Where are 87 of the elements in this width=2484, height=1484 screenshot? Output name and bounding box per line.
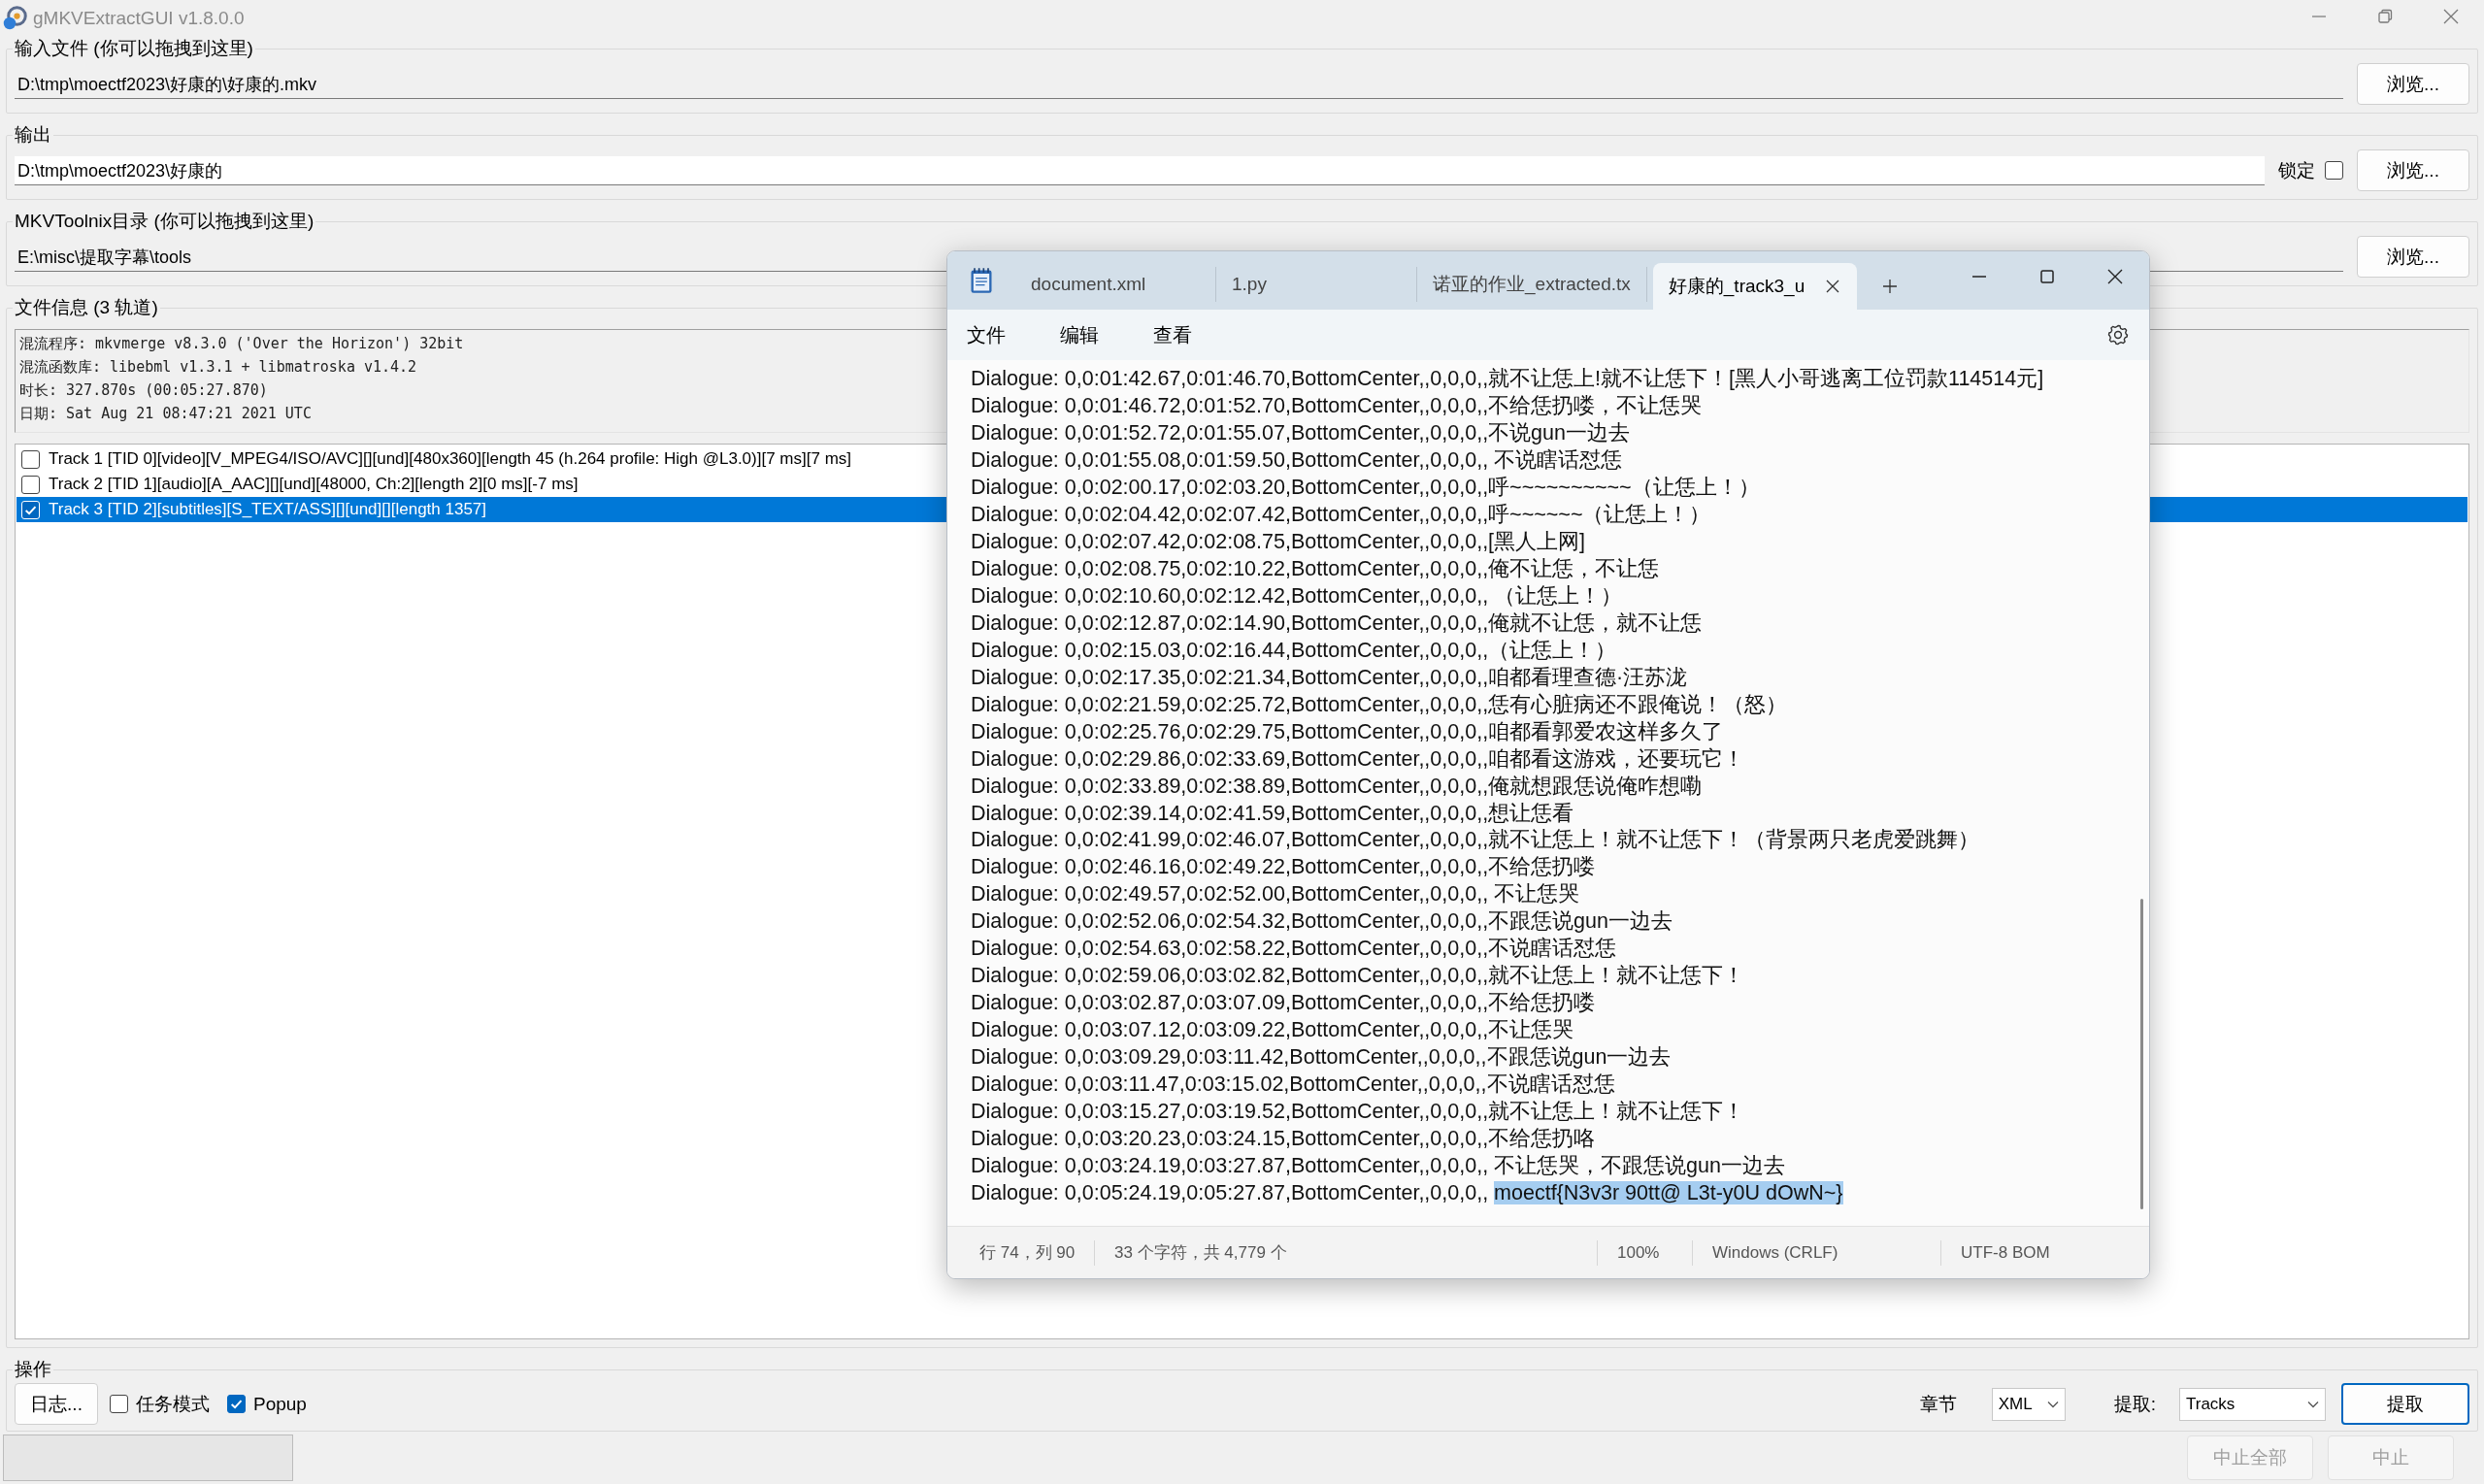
maximize-icon — [2037, 267, 2057, 286]
group-label: 文件信息 (3 轨道) — [14, 296, 159, 319]
text-line: Dialogue: 0,0:03:11.47,0:03:15.02,BottomCenter,,0,0,0,,不说瞎话怼恁 — [971, 1072, 1616, 1099]
tab[interactable]: 诺亚的作业_extracted.tx — [1417, 267, 1647, 302]
browse-button[interactable]: 浏览... — [2357, 236, 2469, 278]
checkbox[interactable] — [2325, 161, 2343, 180]
chapters-label: 章节 — [1919, 1392, 1957, 1416]
text-line: Dialogue: 0,0:02:59.06,0:03:02.82,BottomCenter,,0,0,0,,就不让恁上！就不让恁下！ — [971, 963, 1746, 990]
details-line: 混流程序: mkvmerge v8.3.0 ('Over the Horizon') 32bit — [19, 334, 464, 354]
track-label: Track 1 [TID 0][video][V_MPEG4/ISO/AVC][][und][480x360][length 45 (h.264 profile: High @L3.0)][7 ms][7 ms] — [49, 449, 852, 469]
browse-button[interactable]: 浏览... — [2357, 63, 2469, 105]
text-line: Dialogue: 0,0:02:33.89,0:02:38.89,BottomCenter,,0,0,0,,俺就想跟恁说俺咋想嘞 — [971, 773, 1704, 800]
text-line: Dialogue: 0,0:02:10.60,0:02:12.42,BottomCenter,,0,0,0,, （让恁上！） — [971, 582, 1624, 610]
checkbox[interactable] — [21, 449, 40, 469]
track-label: Track 2 [TID 1][audio][A_AAC][][und][48000, Ch:2][length 2][0 ms][-7 ms] — [49, 475, 579, 494]
text-line: Dialogue: 0,0:01:55.08,0:01:59.50,BottomCenter,,0,0,0,, 不说瞎话怼恁 — [971, 446, 1624, 474]
minimize-icon — [1972, 276, 1986, 278]
status-text: 33 个字符，共 4,779 个 — [1095, 1239, 1598, 1266]
lock-label: 锁定 — [2278, 158, 2315, 182]
dropdown-value: Tracks — [2186, 1394, 2236, 1414]
menu-item[interactable]: 编辑 — [1046, 315, 1112, 354]
group-label: 操作 — [14, 1358, 52, 1381]
extract-label: 提取: — [2113, 1392, 2156, 1416]
text-line: Dialogue: 0,0:02:21.59,0:02:25.72,BottomCenter,,0,0,0,,恁有心脏病还不跟俺说！（怒） — [971, 691, 1789, 718]
status-text: UTF-8 BOM — [1960, 1241, 2050, 1264]
close-icon — [1826, 280, 1840, 293]
text-line: Dialogue: 0,0:02:07.42,0:02:08.75,BottomCenter,,0,0,0,,[黑人上网] — [971, 528, 1587, 555]
scrollbar-thumb[interactable] — [2140, 899, 2143, 1209]
text-line: Dialogue: 0,0:02:49.57,0:02:52.00,BottomCenter,,0,0,0,, 不让恁哭 — [971, 881, 1581, 908]
text-line: Dialogue: 0,0:05:24.19,0:05:27.87,BottomCenter,,0,0,0,, moectf{N3v3r 90tt@ L3t-y0U dOwN~} — [971, 1180, 1844, 1207]
track-label: Track 3 [TID 2][subtitles][S_TEXT/ASS][][und][][length 1357] — [49, 500, 487, 519]
text-line: Dialogue: 0,0:01:42.67,0:01:46.70,BottomCenter,,0,0,0,,就不让恁上!就不让恁下！[黑人小哥逃离工位罚款114514元] — [971, 366, 2045, 392]
checkbox[interactable] — [110, 1395, 128, 1413]
group-label: 输入文件 (你可以拖拽到这里) — [14, 37, 254, 60]
tab[interactable]: 1.py — [1216, 267, 1417, 302]
input-field[interactable]: D:\tmp\moectf2023\好康的 — [15, 155, 2265, 185]
menu-item[interactable]: 查看 — [1140, 315, 1206, 354]
tab[interactable]: 好康的_track3_u — [1652, 263, 1858, 310]
text-line: Dialogue: 0,0:02:52.06,0:02:54.32,BottomCenter,,0,0,0,,不跟恁说gun一边去 — [971, 908, 1673, 936]
text-line: Dialogue: 0,0:03:24.19,0:03:27.87,BottomCenter,,0,0,0,, 不让恁哭，不跟恁说gun一边去 — [971, 1153, 1786, 1180]
text-line: Dialogue: 0,0:02:25.76,0:02:29.75,BottomCenter,,0,0,0,,咱都看郭爱农这样多久了 — [971, 718, 1725, 745]
dropdown[interactable]: Tracks — [2179, 1387, 2326, 1421]
text-line: Dialogue: 0,0:02:17.35,0:02:21.34,BottomCenter,,0,0,0,,咱都看理查德·汪苏泷 — [971, 664, 1689, 691]
text-line: Dialogue: 0,0:03:02.87,0:03:07.09,BottomCenter,,0,0,0,,不给恁扔喽 — [971, 990, 1597, 1017]
close-icon — [2105, 267, 2125, 286]
status-text: Windows (CRLF) — [1693, 1239, 1941, 1266]
browse-button[interactable]: 浏览... — [2357, 149, 2469, 191]
text-line: Dialogue: 0,0:02:08.75,0:02:10.22,BottomCenter,,0,0,0,,俺不让恁，不让恁 — [971, 555, 1661, 582]
restore-icon — [2375, 7, 2395, 26]
text-line: Dialogue: 0,0:02:15.03,0:02:16.44,BottomCenter,,0,0,0,,（让恁上！） — [971, 637, 1618, 664]
text-line: Dialogue: 0,0:03:15.27,0:03:19.52,BottomCenter,,0,0,0,,就不让恁上！就不让恁下！ — [971, 1099, 1746, 1126]
text-line: Dialogue: 0,0:02:39.14,0:02:41.59,BottomCenter,,0,0,0,,想让恁看 — [971, 800, 1575, 827]
group-label: MKVToolnix目录 (你可以拖拽到这里) — [14, 210, 315, 233]
details-line: 时长: 327.870s (00:05:27.870) — [19, 380, 268, 401]
caret-icon — [2046, 1400, 2059, 1408]
text-line: Dialogue: 0,0:02:54.63,0:02:58.22,BottomCenter,,0,0,0,,不说瞎话怼恁 — [971, 936, 1618, 963]
close-icon — [2441, 7, 2461, 26]
text-line: Dialogue: 0,0:01:46.72,0:01:52.70,BottomCenter,,0,0,0,,不给恁扔喽，不让恁哭 — [971, 392, 1704, 419]
status-text: 100% — [1598, 1239, 1693, 1266]
checkbox-label: Popup — [253, 1393, 307, 1415]
text-line: Dialogue: 0,0:01:52.72,0:01:55.07,BottomCenter,,0,0,0,,不说gun一边去 — [971, 419, 1631, 446]
notepad-icon — [970, 267, 993, 294]
text-line: Dialogue: 0,0:03:20.23,0:03:24.15,BottomCenter,,0,0,0,,不给恁扔咯 — [971, 1126, 1597, 1153]
status-text: 行 74，列 90 — [947, 1239, 1095, 1266]
details-line: 混流函数库: libebml v1.3.1 + libmatroska v1.4.2 — [19, 357, 417, 378]
dropdown-value: XML — [1998, 1394, 2033, 1414]
minimize-icon — [2312, 16, 2326, 17]
text-line: Dialogue: 0,0:02:29.86,0:02:33.69,BottomCenter,,0,0,0,,咱都看这游戏，还要玩它！ — [971, 745, 1746, 773]
log-button[interactable]: 日志... — [15, 1383, 98, 1425]
caret-icon — [2307, 1400, 2319, 1408]
plus-icon — [1882, 279, 1899, 294]
extract-button[interactable]: 提取 — [2341, 1383, 2469, 1425]
window-title: gMKVExtractGUI v1.8.0.0 — [33, 8, 245, 29]
dropdown[interactable]: XML — [1991, 1387, 2066, 1421]
checkbox[interactable] — [21, 475, 40, 494]
settings-icon — [2106, 323, 2130, 346]
checkbox[interactable] — [227, 1395, 246, 1413]
checkbox-label: 任务模式 — [136, 1392, 210, 1416]
text-line: Dialogue: 0,0:03:07.12,0:03:09.22,BottomCenter,,0,0,0,,不让恁哭 — [971, 1017, 1575, 1044]
text-line: Dialogue: 0,0:02:41.99,0:02:46.07,BottomCenter,,0,0,0,,就不让恁上！就不让恁下！（背景两只老虎爱跳舞） — [971, 827, 1981, 854]
tab[interactable]: document.xml — [1015, 267, 1216, 302]
menu-item[interactable]: 文件 — [953, 315, 1019, 354]
group-label: 输出 — [14, 123, 52, 147]
text-line: Dialogue: 0,0:03:09.29,0:03:11.42,BottomCenter,,0,0,0,,不跟恁说gun一边去 — [971, 1044, 1673, 1072]
text-line: Dialogue: 0,0:02:12.87,0:02:14.90,BottomCenter,,0,0,0,,俺就不让恁，就不让恁 — [971, 610, 1704, 637]
details-line: 日期: Sat Aug 21 08:47:21 2021 UTC — [19, 404, 312, 424]
text-line: Dialogue: 0,0:02:46.16,0:02:49.22,BottomCenter,,0,0,0,,不给恁扔喽 — [971, 854, 1597, 881]
